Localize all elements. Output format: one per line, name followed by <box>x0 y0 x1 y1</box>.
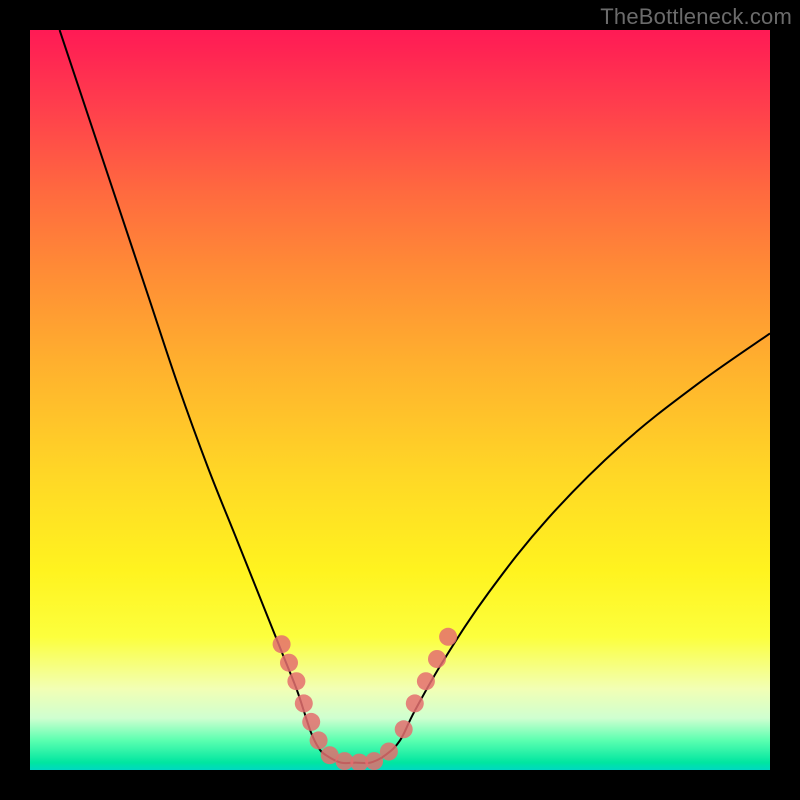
marker-dot <box>287 672 305 690</box>
marker-dot <box>417 672 435 690</box>
marker-dot <box>302 713 320 731</box>
marker-dot <box>310 731 328 749</box>
marker-dots <box>273 628 458 770</box>
watermark-text: TheBottleneck.com <box>600 4 792 30</box>
marker-dot <box>280 654 298 672</box>
marker-dot <box>406 694 424 712</box>
chart-svg <box>30 30 770 770</box>
marker-dot <box>395 720 413 738</box>
marker-dot <box>380 743 398 761</box>
marker-dot <box>428 650 446 668</box>
marker-dot <box>295 694 313 712</box>
marker-dot <box>273 635 291 653</box>
bottleneck-curve-path <box>60 30 770 763</box>
marker-dot <box>365 752 383 770</box>
chart-frame: TheBottleneck.com <box>0 0 800 800</box>
curve-line <box>60 30 770 763</box>
marker-dot <box>439 628 457 646</box>
plot-area <box>30 30 770 770</box>
